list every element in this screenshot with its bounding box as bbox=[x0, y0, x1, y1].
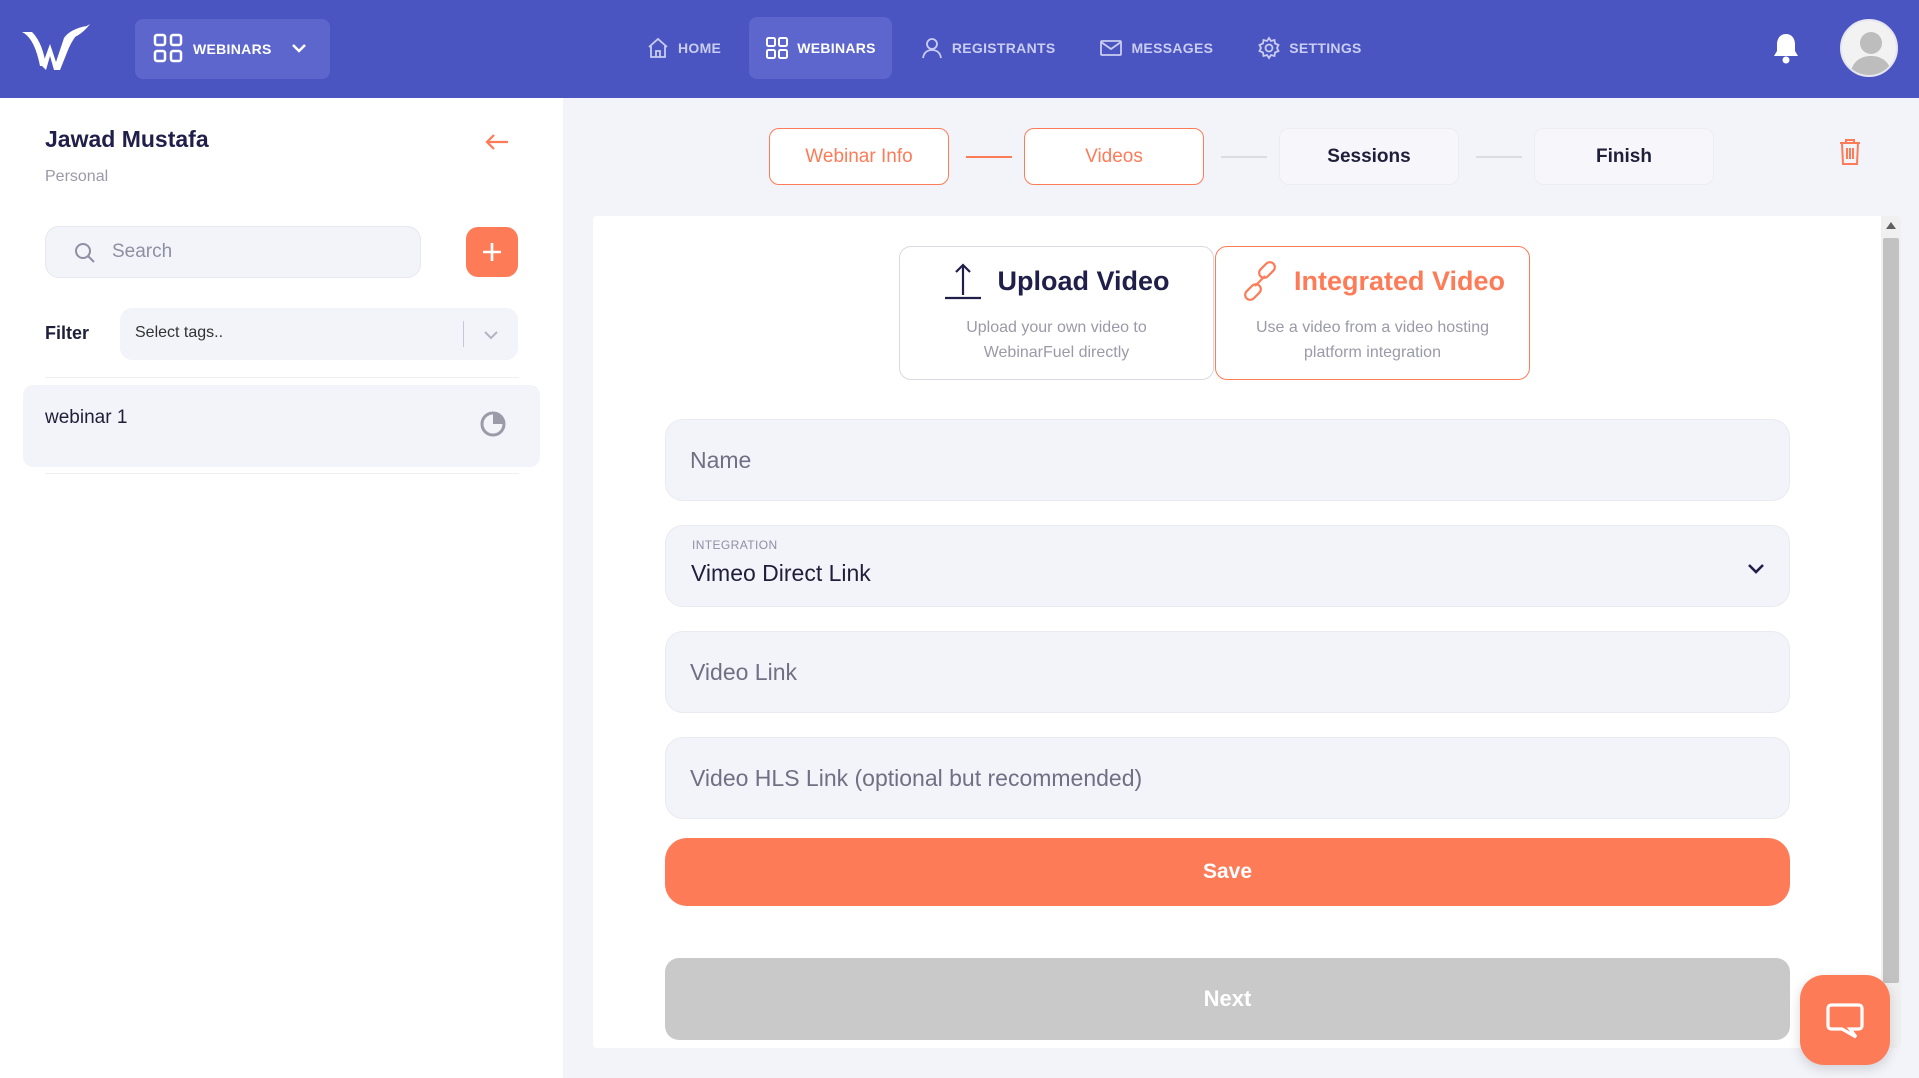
mail-icon bbox=[1100, 40, 1123, 56]
step-connector bbox=[966, 156, 1012, 158]
search-input[interactable] bbox=[112, 237, 402, 267]
hls-link-input[interactable] bbox=[690, 762, 1750, 794]
step-connector bbox=[1221, 156, 1267, 158]
name-input[interactable] bbox=[690, 444, 1750, 476]
search-box bbox=[45, 226, 421, 278]
webinar-list-item-label: webinar 1 bbox=[45, 407, 128, 428]
webinarfuel-logo[interactable] bbox=[20, 22, 92, 74]
integration-label: INTEGRATION bbox=[692, 538, 778, 552]
tags-placeholder: Select tags.. bbox=[135, 324, 224, 341]
chevron-down-icon bbox=[1748, 564, 1764, 574]
name-field bbox=[665, 419, 1790, 501]
step-webinar-info[interactable]: Webinar Info bbox=[769, 128, 949, 185]
scrollbar[interactable] bbox=[1881, 216, 1901, 1048]
filter-label: Filter bbox=[45, 323, 90, 343]
nav-messages-label: MESSAGES bbox=[1131, 40, 1214, 56]
integration-value: Vimeo Direct Link bbox=[691, 560, 871, 586]
save-button[interactable]: Save bbox=[665, 838, 1790, 906]
nav-webinars-label: WEBINARS bbox=[797, 40, 876, 56]
user-name: Jawad Mustafa bbox=[45, 126, 209, 152]
link-icon bbox=[1244, 261, 1276, 301]
home-icon bbox=[648, 37, 668, 58]
plus-icon bbox=[483, 243, 501, 261]
nav-messages[interactable]: MESSAGES bbox=[1083, 17, 1229, 79]
upload-video-option[interactable]: Upload Video Upload your own video to We… bbox=[899, 246, 1214, 380]
chevron-down-icon bbox=[484, 331, 498, 340]
arrow-left-icon[interactable] bbox=[484, 132, 510, 157]
upload-icon bbox=[945, 263, 982, 300]
main-nav: HOME WEBINARS REGISTRANTS MESSAGES SETTI… bbox=[630, 17, 1390, 79]
upload-video-desc: Upload your own video to WebinarFuel dir… bbox=[966, 319, 1147, 361]
step-sessions[interactable]: Sessions bbox=[1279, 128, 1459, 185]
integrated-video-title: Integrated Video bbox=[1293, 265, 1506, 296]
webinar-list-item[interactable]: webinar 1 bbox=[23, 385, 540, 467]
avatar[interactable] bbox=[1840, 19, 1898, 77]
scroll-up-arrow[interactable] bbox=[1886, 222, 1896, 229]
user-icon bbox=[921, 38, 942, 59]
grid-icon bbox=[766, 37, 789, 59]
top-bar: WEBINARS HOME WEBINARS REGISTRANTS MESSA… bbox=[0, 0, 1919, 98]
integration-select[interactable]: INTEGRATION Vimeo Direct Link bbox=[665, 525, 1790, 607]
hls-link-field bbox=[665, 737, 1790, 819]
chat-support-button[interactable] bbox=[1800, 975, 1890, 1065]
app-switcher[interactable]: WEBINARS bbox=[135, 19, 330, 79]
select-separator bbox=[463, 321, 464, 347]
chevron-down-icon bbox=[290, 39, 308, 60]
upload-video-title: Upload Video bbox=[997, 265, 1170, 296]
main-content: Webinar Info Videos Sessions Finish Uplo… bbox=[563, 98, 1919, 1078]
nav-home[interactable]: HOME bbox=[630, 17, 737, 79]
video-link-input[interactable] bbox=[690, 656, 1750, 688]
step-connector bbox=[1476, 156, 1522, 158]
nav-webinars[interactable]: WEBINARS bbox=[749, 17, 892, 79]
trash-icon[interactable] bbox=[1838, 138, 1862, 171]
integrated-video-desc: Use a video from a video hosting platfor… bbox=[1255, 319, 1489, 361]
sidebar: Jawad Mustafa Personal Filter Select tag… bbox=[0, 98, 563, 1078]
nav-registrants[interactable]: REGISTRANTS bbox=[904, 17, 1072, 79]
nav-settings-label: SETTINGS bbox=[1289, 40, 1362, 56]
next-button[interactable]: Next bbox=[665, 958, 1790, 1040]
bell-icon[interactable] bbox=[1771, 32, 1801, 69]
app-switcher-label: WEBINARS bbox=[193, 41, 272, 57]
nav-home-label: HOME bbox=[678, 40, 722, 56]
divider bbox=[45, 473, 519, 474]
chat-bubble-icon bbox=[1826, 1003, 1864, 1039]
search-icon bbox=[75, 243, 95, 263]
nav-registrants-label: REGISTRANTS bbox=[951, 40, 1056, 56]
pie-clock-icon bbox=[480, 411, 506, 437]
nav-settings[interactable]: SETTINGS bbox=[1241, 17, 1377, 79]
divider bbox=[45, 377, 519, 378]
gear-icon bbox=[1258, 36, 1280, 60]
grid-icon bbox=[153, 33, 183, 66]
add-webinar-button[interactable] bbox=[466, 227, 518, 277]
tags-select[interactable]: Select tags.. bbox=[120, 308, 518, 360]
scrollbar-thumb[interactable] bbox=[1883, 238, 1899, 983]
video-link-field bbox=[665, 631, 1790, 713]
video-form-panel: Upload Video Upload your own video to We… bbox=[593, 216, 1901, 1048]
step-videos[interactable]: Videos bbox=[1024, 128, 1204, 185]
step-finish[interactable]: Finish bbox=[1534, 128, 1714, 185]
integrated-video-option[interactable]: Integrated Video Use a video from a vide… bbox=[1215, 246, 1530, 380]
user-account-type: Personal bbox=[45, 168, 109, 185]
